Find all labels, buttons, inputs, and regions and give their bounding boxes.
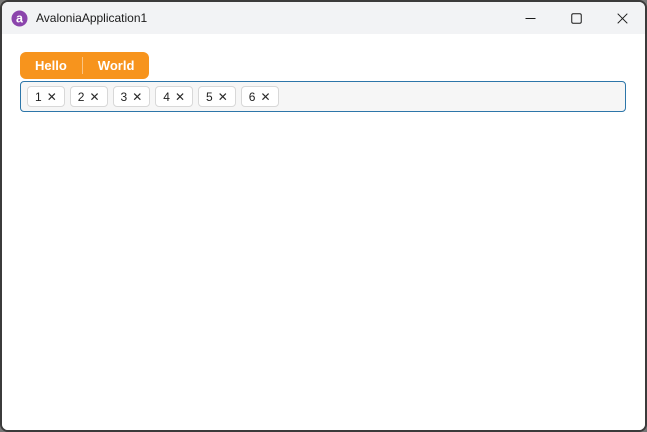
maximize-button[interactable] <box>553 2 599 34</box>
minimize-icon <box>525 17 535 19</box>
tag-chip-label: 6 <box>248 89 256 104</box>
tag-chip: 2 ✕ <box>69 86 108 107</box>
tab-hello-label: Hello <box>35 58 67 73</box>
tag-chip: 1 ✕ <box>27 86 65 107</box>
minimize-button[interactable] <box>507 2 553 34</box>
tag-chip: 4 ✕ <box>155 86 193 107</box>
caption-buttons <box>507 2 645 34</box>
maximize-icon <box>570 12 582 24</box>
tag-chip-label: 5 <box>206 89 213 104</box>
close-button[interactable] <box>599 2 645 34</box>
tag-input-field[interactable]: 1 ✕ 2 ✕ 3 ✕ 4 ✕ 5 ✕ 6 ✕ <box>20 81 626 112</box>
close-icon <box>616 12 628 24</box>
tag-chip-close-icon[interactable]: ✕ <box>218 91 228 103</box>
tag-chip-close-icon[interactable]: ✕ <box>260 91 270 103</box>
tag-chip-close-icon[interactable]: ✕ <box>47 91 57 103</box>
svg-text:a: a <box>16 11 24 25</box>
tag-chip: 3 ✕ <box>112 86 151 107</box>
tab-hello[interactable]: Hello <box>20 52 82 79</box>
titlebar[interactable]: a AvaloniaApplication1 <box>2 2 645 34</box>
tag-chip-label: 3 <box>120 89 128 104</box>
window-title: AvaloniaApplication1 <box>36 11 148 25</box>
tag-chip: 6 ✕ <box>240 86 279 107</box>
avalonia-logo-icon: a <box>11 10 28 26</box>
tag-chip-close-icon[interactable]: ✕ <box>132 91 142 103</box>
app-window: a AvaloniaApplication1 Hello World 1 ✕ 2… <box>0 0 647 432</box>
tag-chip-label: 1 <box>35 89 42 104</box>
tag-chip-label: 2 <box>77 89 85 104</box>
tabstrip: Hello World <box>20 52 150 79</box>
tag-chip-close-icon[interactable]: ✕ <box>89 91 99 103</box>
tag-chip: 5 ✕ <box>198 86 236 107</box>
window-content: Hello World 1 ✕ 2 ✕ 3 ✕ 4 ✕ 5 ✕ 6 ✕ <box>2 34 645 430</box>
tab-world[interactable]: World <box>83 52 150 79</box>
tag-chip-close-icon[interactable]: ✕ <box>175 91 185 103</box>
tab-world-label: World <box>97 58 135 73</box>
tag-chip-label: 4 <box>163 89 170 104</box>
